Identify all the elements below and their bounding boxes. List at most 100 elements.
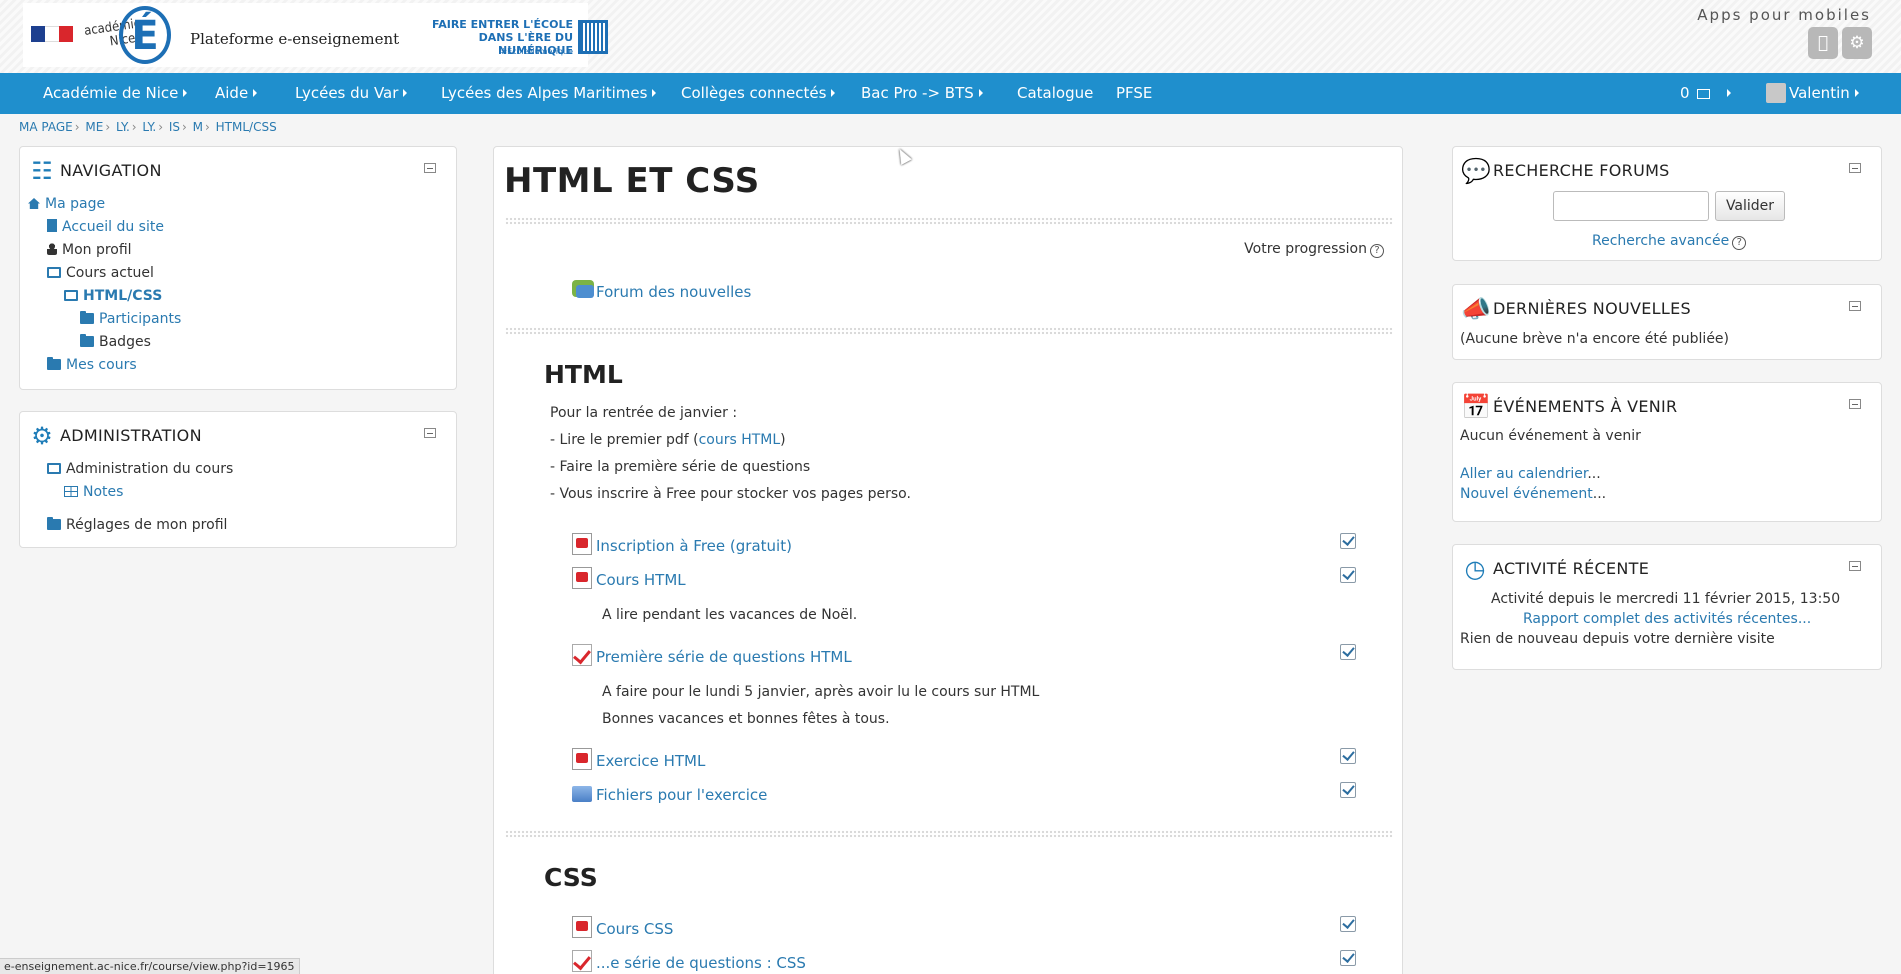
folder-open-icon [47,463,61,474]
activity-description: Bonnes vacances et bonnes fêtes à tous. [602,711,890,727]
folder-icon [47,517,61,530]
academie-e-logo-icon: É [119,6,171,64]
qr-code-icon [578,20,608,54]
new-event-link[interactable]: Nouvel événement... [1460,486,1606,502]
folder-icon [572,786,592,802]
bullhorn-icon: 📣 [1461,295,1491,323]
nav-item-pfse[interactable]: PFSE [1116,73,1152,114]
folder-icon [80,334,94,347]
android-app-icon[interactable]: ⚙ [1842,27,1872,59]
caret-right-icon [652,89,657,97]
nav-item-lycees-alpes-maritimes[interactable]: Lycées des Alpes Maritimes [441,73,657,114]
section-divider [505,327,1393,335]
forum-search-title: RECHERCHE FORUMS [1493,161,1670,180]
completion-checkbox[interactable] [1340,916,1356,932]
breadcrumb-m[interactable]: M [193,120,203,134]
activity-description: A lire pendant les vacances de Noël. [602,607,858,623]
browser-status-bar: e-enseignement.ac-nice.fr/course/view.ph… [0,958,300,974]
admin-administration-du-cours[interactable]: Administration du cours [47,461,233,477]
collapse-icon[interactable] [1849,399,1861,409]
activity-description: A faire pour le lundi 5 janvier, après a… [602,684,1040,700]
forum-icon [572,280,594,298]
completion-checkbox[interactable] [1340,748,1356,764]
navigation-block-title: NAVIGATION [60,161,162,180]
advanced-search-link[interactable]: Recherche avancée? [1592,233,1747,250]
site-logo[interactable]: académie Nice É Plateforme e-enseignemen… [23,3,608,67]
section-title-html: HTML [544,360,623,389]
nav-item-colleges-connectes[interactable]: Collèges connectés [681,73,836,114]
nav-item-catalogue[interactable]: Catalogue [1017,73,1093,114]
quiz-icon [572,950,592,972]
section-summary-line: - Lire le premier pdf (cours HTML) [550,432,786,448]
platform-title: Plateforme e-enseignement [190,30,400,48]
calendar-link[interactable]: Aller au calendrier... [1460,466,1601,482]
nav-mes-cours[interactable]: Mes cours [47,357,137,373]
collapse-icon[interactable] [1849,561,1861,571]
apple-app-icon[interactable]:  [1808,27,1838,59]
nav-badges[interactable]: Badges [80,334,151,350]
collapse-icon[interactable] [1849,163,1861,173]
breadcrumb-html-css[interactable]: HTML/CSS [216,120,277,134]
folder-open-icon [47,267,61,278]
administration-block-title: ADMINISTRATION [60,426,202,445]
nav-html-css[interactable]: HTML/CSS [64,288,162,304]
calendar-icon: 📅 [1461,393,1491,421]
breadcrumb-ly-2[interactable]: LY. [142,120,156,134]
section-divider [505,217,1393,225]
nav-item-academie-de-nice[interactable]: Académie de Nice [43,73,188,114]
cours-html-inline-link[interactable]: cours HTML [699,432,781,448]
help-icon[interactable]: ? [1732,236,1747,250]
avatar [1766,83,1786,103]
collapse-icon[interactable] [1849,301,1861,311]
nav-item-bac-pro-bts[interactable]: Bac Pro -> BTS [861,73,983,114]
caret-right-icon [403,89,408,97]
collapse-icon[interactable] [424,428,436,438]
messages-menu[interactable]: 0 [1680,73,1732,114]
completion-checkbox[interactable] [1340,950,1356,966]
forum-search-block: 💬 RECHERCHE FORUMS Valider Recherche ava… [1452,146,1882,261]
user-icon [47,243,57,255]
caret-right-icon [978,89,983,97]
breadcrumb-ly-1[interactable]: LY. [116,120,130,134]
header: académie Nice É Plateforme e-enseignemen… [0,0,1901,73]
completion-checkbox[interactable] [1340,644,1356,660]
nav-item-aide[interactable]: Aide [215,73,258,114]
nav-accueil-du-site[interactable]: Accueil du site [47,219,164,235]
apps-mobiles-label: Apps pour mobiles [1697,6,1871,24]
nav-participants[interactable]: Participants [80,311,181,327]
pdf-icon [572,748,592,770]
forum-search-submit-button[interactable]: Valider [1715,191,1785,221]
upcoming-events-title: ÉVÉNEMENTS À VENIR [1493,397,1678,416]
recent-activity-report-link[interactable]: Rapport complet des activités récentes..… [1523,611,1811,627]
forum-search-input[interactable] [1553,191,1709,221]
caret-right-icon [253,89,258,97]
administration-block: ⚙ ADMINISTRATION Administration du cours… [19,411,457,548]
completion-checkbox[interactable] [1340,533,1356,549]
admin-reglages-profil[interactable]: Réglages de mon profil [47,517,227,533]
table-icon [64,486,78,497]
section-summary-line: - Faire la première série de questions [550,459,811,475]
breadcrumb-ma-page[interactable]: MA PAGE [19,120,73,134]
nav-ma-page[interactable]: Ma page [28,196,105,212]
nav-mon-profil[interactable]: Mon profil [47,242,132,258]
nav-item-lycees-du-var[interactable]: Lycées du Var [295,73,408,114]
completion-checkbox[interactable] [1340,782,1356,798]
pdf-icon [572,567,592,589]
upcoming-events-block: 📅 ÉVÉNEMENTS À VENIR Aucun événement à v… [1452,382,1882,522]
help-icon[interactable]: ? [1370,244,1384,258]
quiz-icon [572,644,592,666]
recent-activity-since: Activité depuis le mercredi 11 février 2… [1491,591,1841,607]
breadcrumb-me[interactable]: ME [85,120,103,134]
nav-cours-actuel[interactable]: Cours actuel [47,265,154,281]
breadcrumb-is[interactable]: IS [169,120,180,134]
admin-notes[interactable]: Notes [64,484,123,500]
envelope-icon [1697,89,1711,99]
completion-checkbox[interactable] [1340,567,1356,583]
recent-activity-nothing-new: Rien de nouveau depuis votre dernière vi… [1460,631,1775,647]
document-icon [47,219,57,232]
page-title: HTML ET CSS [504,161,760,201]
breadcrumb: MA PAGE › ME › LY. › LY. › IS › M › HTML/CSS [19,120,277,134]
collapse-icon[interactable] [424,163,436,173]
ecole-numerique-hashtag: #EcoleNumerique [500,47,573,56]
user-menu[interactable]: Valentin [1766,73,1859,114]
